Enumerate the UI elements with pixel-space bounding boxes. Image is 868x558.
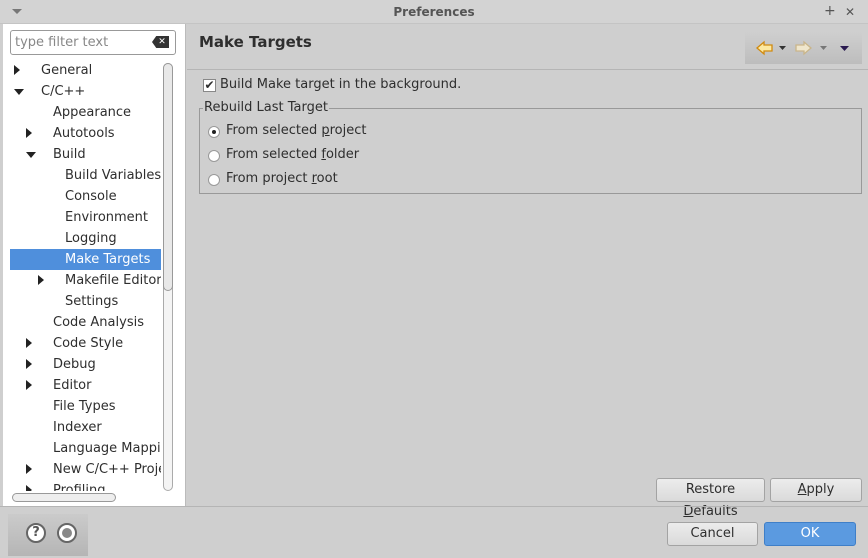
close-button[interactable]: ✕ bbox=[845, 5, 855, 19]
tree-item-label: Indexer bbox=[53, 420, 102, 435]
label-part: roject bbox=[329, 123, 367, 138]
expand-arrow-icon[interactable] bbox=[26, 380, 32, 390]
mnemonic: A bbox=[797, 482, 807, 497]
expand-arrow-icon[interactable] bbox=[14, 65, 20, 75]
window-title: Preferences bbox=[393, 5, 475, 19]
footer-divider bbox=[0, 506, 868, 507]
label-part: oot bbox=[316, 171, 338, 186]
filter-input[interactable]: type filter text bbox=[10, 30, 176, 55]
tree-item-label: Code Style bbox=[53, 336, 124, 351]
apply-button[interactable]: Apply bbox=[770, 478, 862, 502]
label: pply bbox=[806, 482, 835, 497]
expand-arrow-icon[interactable] bbox=[26, 485, 32, 491]
back-icon[interactable] bbox=[756, 40, 773, 56]
tree-item-label: Settings bbox=[65, 294, 119, 309]
import-export-icon[interactable] bbox=[57, 523, 77, 543]
label-part: From project bbox=[226, 171, 312, 186]
tree-item-label: General bbox=[41, 63, 93, 78]
label-part: From selected bbox=[226, 123, 322, 138]
tree-item[interactable]: Indexer bbox=[10, 417, 161, 438]
page-title: Make Targets bbox=[199, 33, 312, 51]
tree-item-label: Console bbox=[65, 189, 117, 204]
tree-item-label: Build bbox=[53, 147, 86, 162]
tree-item-label: Make Targets bbox=[65, 252, 151, 267]
collapse-arrow-icon[interactable] bbox=[26, 152, 36, 158]
tree-item-label: File Types bbox=[53, 399, 116, 414]
tree-item[interactable]: Make Targets bbox=[10, 249, 161, 270]
tree-item-label: Build Variables bbox=[65, 168, 161, 183]
view-menu-icon[interactable] bbox=[840, 46, 849, 51]
expand-arrow-icon[interactable] bbox=[26, 359, 32, 369]
radio-button[interactable] bbox=[208, 150, 220, 162]
expand-arrow-icon[interactable] bbox=[26, 128, 32, 138]
cancel-button[interactable]: Cancel bbox=[667, 522, 758, 546]
tree-item[interactable]: New C/C++ Project bbox=[10, 459, 161, 480]
tree-item-label: New C/C++ Project bbox=[53, 462, 161, 477]
tree-item[interactable]: C/C++ bbox=[10, 81, 161, 102]
ok-button[interactable]: OK bbox=[764, 522, 856, 546]
tree-horizontal-scrollbar[interactable] bbox=[12, 493, 116, 502]
expand-arrow-icon[interactable] bbox=[38, 275, 44, 285]
header-divider bbox=[187, 69, 868, 70]
tree-item-label: Editor bbox=[53, 378, 92, 393]
tree-item-label: Makefile Editor bbox=[65, 273, 161, 288]
tree-item[interactable]: Code Analysis bbox=[10, 312, 161, 333]
tree-item[interactable]: Debug bbox=[10, 354, 161, 375]
radio-label[interactable]: From project root bbox=[226, 171, 338, 186]
tree-item[interactable]: Makefile Editor bbox=[10, 270, 161, 291]
forward-icon[interactable] bbox=[795, 40, 812, 56]
build-background-checkbox[interactable]: ✔ bbox=[203, 79, 216, 92]
tree-item[interactable]: Environment bbox=[10, 207, 161, 228]
tree-item[interactable]: Autotools bbox=[10, 123, 161, 144]
label-part: older bbox=[325, 147, 360, 162]
tree-item-label: Language Mappings bbox=[53, 441, 161, 456]
tree-vertical-scroll-thumb[interactable] bbox=[163, 63, 173, 291]
tree-item-label: Appearance bbox=[53, 105, 132, 120]
radio-label[interactable]: From selected folder bbox=[226, 147, 359, 162]
tree-item[interactable]: Build Variables bbox=[10, 165, 161, 186]
tree-item[interactable]: Settings bbox=[10, 291, 161, 312]
group-label: Rebuild Last Target bbox=[203, 100, 329, 115]
expand-arrow-icon[interactable] bbox=[26, 338, 32, 348]
label-part: p bbox=[321, 123, 330, 138]
build-background-label: Build Make target in the background. bbox=[220, 77, 462, 92]
back-menu-icon[interactable] bbox=[779, 46, 786, 50]
forward-menu-icon[interactable] bbox=[820, 46, 827, 50]
tree-item[interactable]: Editor bbox=[10, 375, 161, 396]
help-icon[interactable]: ? bbox=[26, 523, 46, 543]
collapse-arrow-icon[interactable] bbox=[14, 89, 24, 95]
tree-item-label: C/C++ bbox=[41, 84, 86, 99]
label: Restore bbox=[685, 482, 736, 497]
radio-button[interactable] bbox=[208, 174, 220, 186]
tree-item-label: Logging bbox=[65, 231, 117, 246]
maximize-button[interactable]: + bbox=[824, 3, 836, 19]
label-part: From selected bbox=[226, 147, 322, 162]
tree-item[interactable]: Logging bbox=[10, 228, 161, 249]
tree-item[interactable]: Build bbox=[10, 144, 161, 165]
tree-item[interactable]: Appearance bbox=[10, 102, 161, 123]
tree-item-label: Environment bbox=[65, 210, 149, 225]
tree-item[interactable]: Console bbox=[10, 186, 161, 207]
page-toolbar bbox=[745, 32, 862, 64]
tree-item[interactable]: File Types bbox=[10, 396, 161, 417]
tree-item[interactable]: General bbox=[10, 60, 161, 81]
tree-item-label: Profiling bbox=[53, 483, 106, 491]
restore-defaults-button[interactable]: Restore Defaults bbox=[656, 478, 765, 519]
tree-item[interactable]: Profiling bbox=[10, 480, 161, 491]
expand-arrow-icon[interactable] bbox=[26, 464, 32, 474]
radio-label[interactable]: From selected project bbox=[226, 123, 367, 138]
tree-item[interactable]: Code Style bbox=[10, 333, 161, 354]
tree-item-label: Autotools bbox=[53, 126, 115, 141]
tree-item-label: Code Analysis bbox=[53, 315, 144, 330]
tree-item[interactable]: Language Mappings bbox=[10, 438, 161, 459]
radio-button[interactable] bbox=[208, 126, 220, 138]
tree-item-label: Debug bbox=[53, 357, 96, 372]
